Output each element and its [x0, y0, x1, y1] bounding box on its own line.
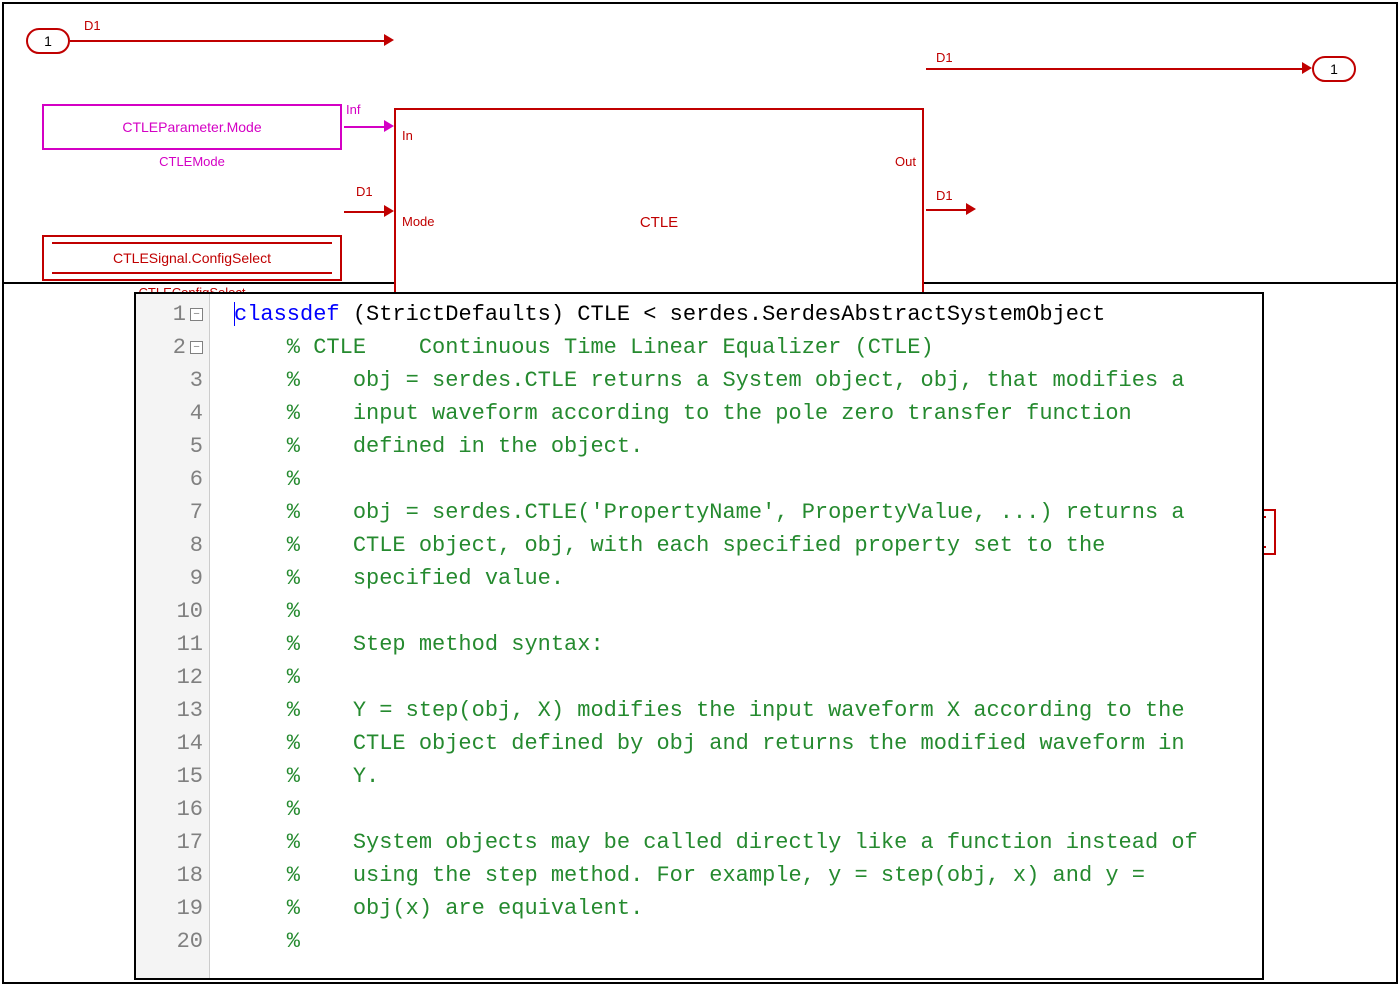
- ctle-title: CTLE: [396, 214, 922, 231]
- code-line[interactable]: % input waveform according to the pole z…: [234, 397, 1262, 430]
- code-body[interactable]: classdef (StrictDefaults) CTLE < serdes.…: [210, 294, 1262, 978]
- code-line[interactable]: % CTLE object, obj, with each specified …: [234, 529, 1262, 562]
- line-number: 14: [136, 727, 209, 760]
- outport-block[interactable]: 1: [1312, 56, 1356, 82]
- line-number: 8: [136, 529, 209, 562]
- line-number: 9: [136, 562, 209, 595]
- code-line[interactable]: %: [234, 661, 1262, 694]
- code-line[interactable]: classdef (StrictDefaults) CTLE < serdes.…: [234, 298, 1262, 331]
- port-out: Out: [895, 154, 916, 169]
- param-mode-caption: CTLEMode: [44, 154, 340, 169]
- outer-frame: 1 D1 CTLEParameter.Mode CTLEMode Inf CTL…: [2, 2, 1398, 984]
- line-number: 12: [136, 661, 209, 694]
- arrow-mode: [384, 120, 394, 132]
- simulink-diagram: 1 D1 CTLEParameter.Mode CTLEMode Inf CTL…: [4, 4, 1396, 284]
- code-line[interactable]: % CTLE object defined by obj and returns…: [234, 727, 1262, 760]
- wire-mode: [344, 126, 388, 128]
- config-src-signal-label: D1: [356, 184, 373, 199]
- arrow-cfg-out: [966, 203, 976, 215]
- line-number: 10: [136, 595, 209, 628]
- config-src-text: CTLESignal.ConfigSelect: [113, 250, 271, 266]
- param-mode-signal-label: Inf: [346, 102, 360, 117]
- inport-signal-label: D1: [84, 18, 101, 33]
- inport-number: 1: [44, 33, 52, 49]
- line-number: 11: [136, 628, 209, 661]
- fold-toggle-icon[interactable]: −: [190, 341, 203, 354]
- param-mode-text: CTLEParameter.Mode: [122, 119, 261, 135]
- line-number: 3: [136, 364, 209, 397]
- code-line[interactable]: % specified value.: [234, 562, 1262, 595]
- wire-in: [70, 40, 388, 42]
- code-line[interactable]: %: [234, 925, 1262, 958]
- code-line[interactable]: % using the step method. For example, y …: [234, 859, 1262, 892]
- wire-cfg: [344, 211, 388, 213]
- line-number: 19: [136, 892, 209, 925]
- wire-cfg-out: [926, 209, 970, 211]
- code-line[interactable]: % obj(x) are equivalent.: [234, 892, 1262, 925]
- line-number: 20: [136, 925, 209, 958]
- line-number: 17: [136, 826, 209, 859]
- out-signal-label: D1: [936, 50, 953, 65]
- arrow-in: [384, 34, 394, 46]
- code-line[interactable]: % obj = serdes.CTLE('PropertyName', Prop…: [234, 496, 1262, 529]
- line-number: 6: [136, 463, 209, 496]
- line-number: 16: [136, 793, 209, 826]
- line-number: 2−: [136, 331, 209, 364]
- code-line[interactable]: %: [234, 595, 1262, 628]
- code-line[interactable]: % defined in the object.: [234, 430, 1262, 463]
- line-number: 15: [136, 760, 209, 793]
- arrow-out: [1302, 62, 1312, 74]
- code-line[interactable]: % Step method syntax:: [234, 628, 1262, 661]
- line-number: 4: [136, 397, 209, 430]
- code-line[interactable]: % CTLE Continuous Time Linear Equalizer …: [234, 331, 1262, 364]
- arrow-cfg: [384, 205, 394, 217]
- port-in: In: [402, 128, 413, 143]
- code-line[interactable]: % Y = step(obj, X) modifies the input wa…: [234, 694, 1262, 727]
- line-number: 13: [136, 694, 209, 727]
- fold-toggle-icon[interactable]: −: [190, 308, 203, 321]
- code-line[interactable]: %: [234, 463, 1262, 496]
- line-number: 7: [136, 496, 209, 529]
- cfg-out-signal-label: D1: [936, 188, 953, 203]
- code-line[interactable]: %: [234, 793, 1262, 826]
- line-number: 1−: [136, 298, 209, 331]
- code-gutter: 1−2−34567891011121314151617181920: [136, 294, 210, 978]
- line-number: 18: [136, 859, 209, 892]
- config-src-block[interactable]: CTLESignal.ConfigSelect CTLEConfigSelect: [42, 235, 342, 281]
- code-line[interactable]: % obj = serdes.CTLE returns a System obj…: [234, 364, 1262, 397]
- code-line[interactable]: % System objects may be called directly …: [234, 826, 1262, 859]
- param-mode-block[interactable]: CTLEParameter.Mode CTLEMode: [42, 104, 342, 150]
- code-line[interactable]: % Y.: [234, 760, 1262, 793]
- line-number: 5: [136, 430, 209, 463]
- wire-out: [926, 68, 1306, 70]
- code-editor[interactable]: 1−2−34567891011121314151617181920 classd…: [134, 292, 1264, 980]
- outport-number: 1: [1330, 61, 1338, 77]
- inport-block[interactable]: 1: [26, 28, 70, 54]
